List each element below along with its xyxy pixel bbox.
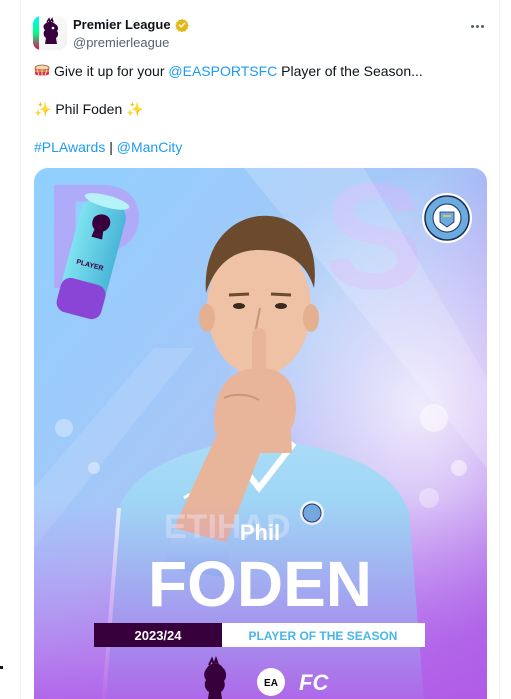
tweet-text-part: Player of the Season... xyxy=(277,63,423,79)
mention-mancity-link[interactable]: @ManCity xyxy=(117,139,183,155)
drum-emoji-icon xyxy=(34,63,50,77)
man-city-badge-icon xyxy=(422,193,472,243)
season-text: 2023/24 xyxy=(135,628,183,643)
sparkles-icon: ✨ xyxy=(34,101,52,117)
tweet-header: Premier League @premierleague xyxy=(73,16,189,52)
svg-text:FC: FC xyxy=(299,670,329,695)
graphic-first-name: Phil xyxy=(240,520,280,545)
mention-easportsfc-link[interactable]: @EASPORTSFC xyxy=(168,63,277,79)
more-options-button[interactable] xyxy=(465,18,489,34)
player-of-season-graphic: P S PLAYER xyxy=(34,168,487,699)
tweet-text-part: Give it up for your xyxy=(54,63,169,79)
sparkles-icon: ✨ xyxy=(126,101,144,117)
premier-league-lion-logo-icon xyxy=(33,16,67,50)
award-text: PLAYER OF THE SEASON xyxy=(249,629,398,643)
more-dot xyxy=(480,24,484,28)
tweet-line-3: #PLAwards | @ManCity xyxy=(34,137,487,157)
tweet-line-2: ✨ Phil Foden ✨ xyxy=(34,99,487,119)
graphic-last-name: FODEN xyxy=(148,548,372,620)
hashtag-plawards-link[interactable]: #PLAwards xyxy=(34,139,105,155)
svg-text:EA: EA xyxy=(264,678,278,689)
avatar[interactable] xyxy=(33,16,67,50)
account-handle[interactable]: @premierleague xyxy=(73,34,189,52)
tweet-line-1: Give it up for your @EASPORTSFC Player o… xyxy=(34,61,487,81)
more-dot xyxy=(475,24,479,28)
separator-text: | xyxy=(105,139,117,155)
season-award-banner: 2023/24 PLAYER OF THE SEASON xyxy=(94,623,425,647)
verified-badge-icon xyxy=(174,18,189,32)
account-name[interactable]: Premier League xyxy=(73,16,171,34)
page-edge-marker xyxy=(0,666,3,669)
player-name-text: Phil Foden xyxy=(55,101,123,117)
more-horizontal-icon xyxy=(470,24,474,28)
tweet-card: Premier League @premierleague Give it up… xyxy=(20,0,500,699)
tweet-media-image[interactable]: P S PLAYER xyxy=(34,168,487,699)
